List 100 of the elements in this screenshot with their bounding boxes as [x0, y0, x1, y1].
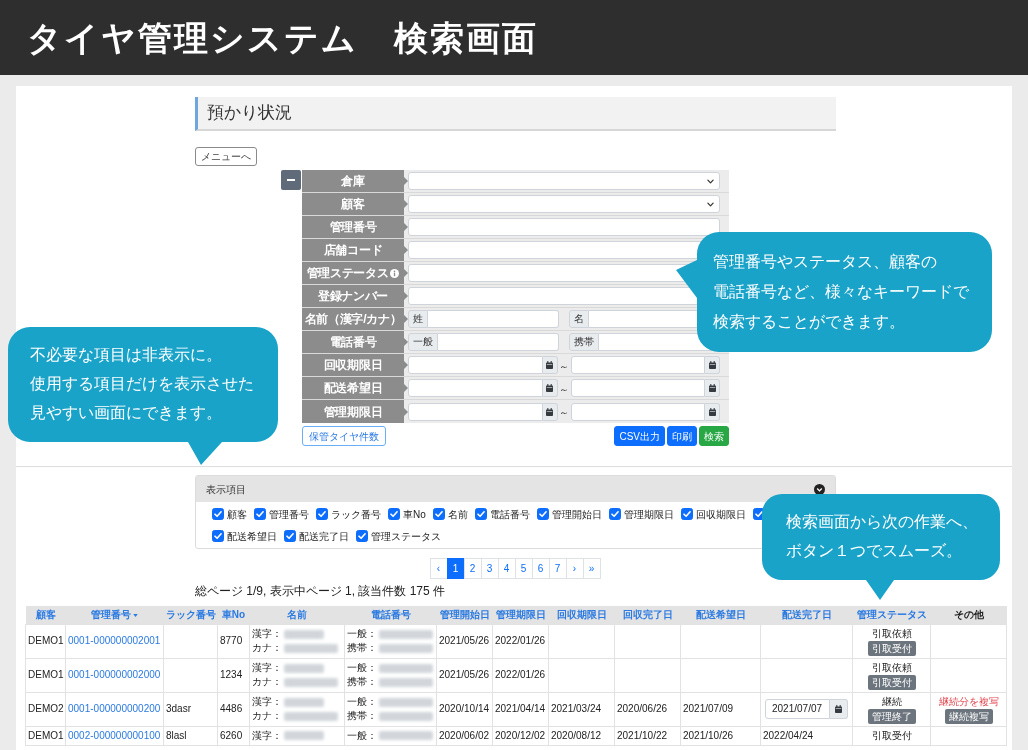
column-header[interactable]: 顧客	[25, 606, 66, 624]
table-cell: 6260	[217, 726, 250, 745]
calendar-button[interactable]	[830, 699, 848, 719]
table-cell: 2020/06/26	[614, 692, 681, 726]
redacted-value	[379, 697, 433, 707]
checkbox[interactable]	[254, 508, 266, 520]
calendar-button[interactable]	[705, 379, 720, 397]
date-input[interactable]	[408, 356, 543, 374]
column-header[interactable]: 管理期限日	[492, 606, 549, 624]
status-action-button[interactable]: 引取受付	[867, 640, 916, 656]
input-addon: 一般	[408, 333, 438, 351]
table-cell: 2020/06/02	[436, 726, 493, 745]
table-cell: 2021/10/22	[614, 726, 681, 745]
action-button[interactable]: 保管タイヤ件数	[302, 426, 386, 446]
date-input[interactable]	[570, 402, 705, 421]
date-input[interactable]	[408, 402, 543, 421]
checkbox-label: 車No	[403, 507, 426, 522]
checkbox[interactable]	[680, 508, 693, 520]
date-input[interactable]	[570, 356, 705, 374]
input-field[interactable]	[428, 310, 559, 328]
calendar-icon	[546, 407, 553, 416]
checkbox-label: 管理ステータス	[371, 529, 441, 544]
status-action-button[interactable]: 管理終了	[867, 708, 916, 724]
table-cell: 2022/01/26	[492, 658, 549, 692]
info-icon[interactable]	[390, 268, 400, 278]
field-label: 回収期限日	[323, 359, 383, 371]
field-caption: カナ：	[252, 641, 282, 655]
column-header[interactable]: 管理開始日	[436, 606, 493, 624]
column-header[interactable]: 回収期限日	[548, 606, 615, 624]
status-text: 引取依頼	[871, 660, 912, 675]
column-header[interactable]: 回収完了日	[614, 606, 681, 624]
table-cell: 2020/08/12	[548, 726, 615, 745]
chevron-down-circle-icon[interactable]	[814, 483, 825, 495]
calendar-button[interactable]	[705, 356, 720, 374]
column-header[interactable]: 管理ステータス	[852, 606, 931, 624]
input-addon: 姓	[408, 310, 428, 328]
checkbox-label: 回収期限日	[695, 507, 746, 522]
column-header[interactable]: 配送完了日	[760, 606, 853, 624]
page-button[interactable]: ‹	[429, 558, 448, 579]
column-header[interactable]: 配送希望日	[680, 606, 761, 624]
field-caption: 携帯：	[347, 675, 377, 689]
redacted-value	[284, 663, 324, 673]
action-button[interactable]: 印刷	[667, 426, 697, 446]
checkbox[interactable]	[212, 530, 224, 542]
result-summary: 総ページ 1/9, 表示中ページ 1, 該当件数 175 件	[195, 584, 446, 598]
table-cell: 2022/01/26	[492, 624, 549, 658]
calendar-icon	[835, 705, 842, 713]
table-cell: 2021/10/26	[680, 726, 761, 745]
field-label: 登録ナンバー	[317, 290, 389, 302]
column-header[interactable]: ラック番号	[163, 606, 218, 624]
table-cell: DEMO1	[25, 726, 66, 745]
status-action-button[interactable]: 引取受付	[867, 674, 916, 690]
checkbox[interactable]	[388, 508, 400, 520]
calendar-icon	[708, 407, 716, 416]
action-button[interactable]: CSV出力	[614, 426, 665, 446]
date-input[interactable]	[570, 379, 705, 397]
select-field[interactable]	[408, 195, 720, 213]
redacted-value	[284, 677, 338, 687]
column-header[interactable]: 電話番号	[344, 606, 437, 624]
date-input[interactable]	[408, 379, 543, 397]
checkbox[interactable]	[474, 508, 487, 520]
column-header[interactable]: 名前	[249, 606, 345, 624]
field-label: 名前（漢字/カナ）	[304, 313, 402, 325]
checkbox[interactable]	[536, 508, 549, 520]
column-header[interactable]: 車No	[217, 606, 250, 624]
redacted-value	[379, 629, 433, 639]
field-label: 管理番号	[329, 221, 377, 233]
section-title: 預かり状況	[207, 102, 292, 125]
table-cell: 2021/03/24	[548, 692, 615, 726]
date-input[interactable]: 2021/07/07	[765, 699, 830, 719]
table-cell: 2020/10/14	[436, 692, 493, 726]
checkbox[interactable]	[608, 508, 621, 520]
field-caption: カナ：	[252, 675, 282, 689]
input-field[interactable]	[438, 333, 559, 351]
checkbox[interactable]	[316, 508, 328, 520]
callout-text: 不必要な項目は非表示に。 使用する項目だけを表示させた 見やすい画面にできます。	[30, 345, 254, 423]
table-cell: 3dasr	[163, 692, 218, 726]
input-addon: 携帯	[569, 333, 599, 351]
field-label: 倉庫	[341, 175, 365, 187]
checkbox[interactable]	[356, 530, 368, 542]
copy-button[interactable]: 継続複写	[944, 708, 993, 724]
collapse-button[interactable]	[281, 170, 301, 190]
field-caption: 一般：	[347, 661, 377, 675]
calendar-button[interactable]	[705, 402, 720, 421]
table-cell: 2022/04/24	[760, 726, 853, 745]
input-field[interactable]	[408, 218, 720, 236]
field-label: 管理期限日	[323, 405, 383, 418]
action-button[interactable]: 検索	[699, 426, 729, 446]
range-separator: ～	[558, 382, 570, 395]
select-field[interactable]	[408, 172, 720, 190]
calendar-icon	[708, 384, 716, 392]
checkbox[interactable]	[212, 508, 224, 520]
checkbox[interactable]	[432, 508, 445, 520]
redacted-value	[284, 643, 338, 653]
column-header[interactable]: 管理番号	[65, 606, 164, 624]
field-caption: 一般：	[347, 728, 377, 743]
redacted-value	[379, 643, 433, 653]
checkbox[interactable]	[284, 530, 296, 542]
table-cell: 1234	[217, 658, 250, 692]
menu-button[interactable]: メニューへ	[195, 147, 257, 166]
